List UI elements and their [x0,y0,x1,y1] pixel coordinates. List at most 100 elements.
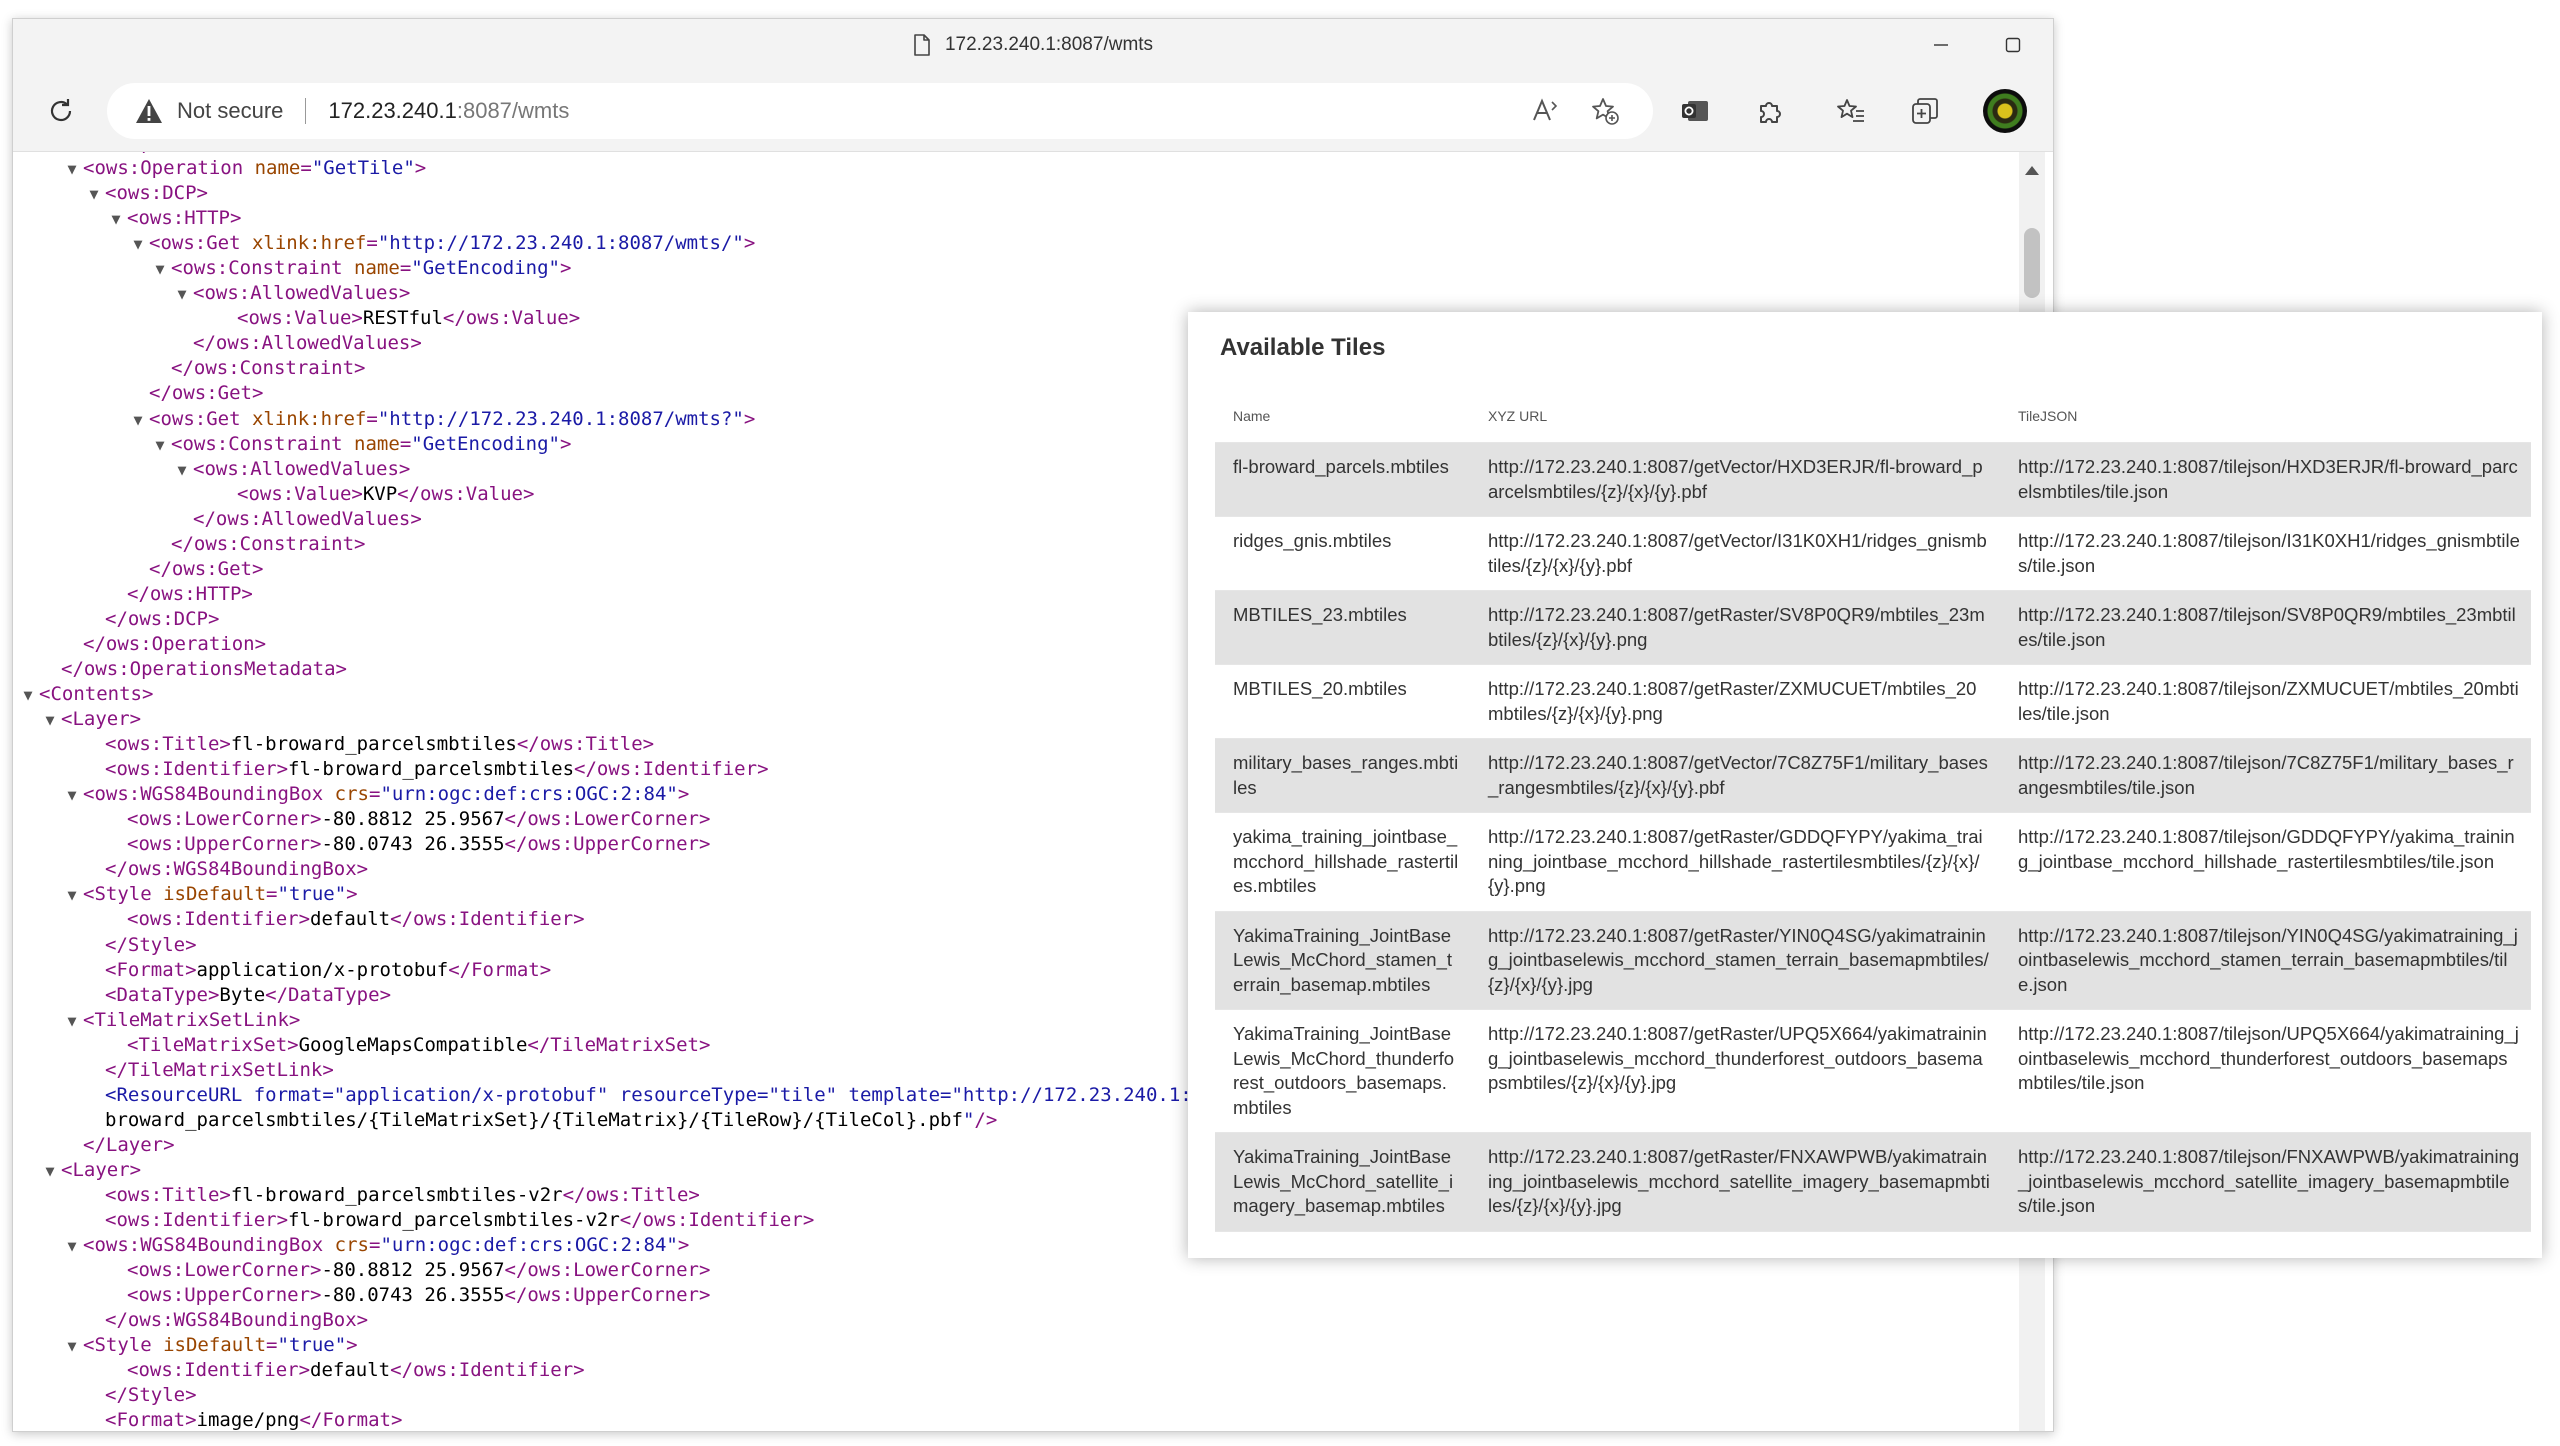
cell-tilejson[interactable]: http://172.23.240.1:8087/tilejson/ZXMUCU… [2000,664,2531,739]
collapse-toggle-icon[interactable]: ▼ [83,182,105,207]
collapse-toggle-icon[interactable]: ▼ [61,783,83,808]
table-header-row: Name XYZ URL TileJSON [1215,390,2531,443]
title-bar: 172.23.240.1:8087/wmts [13,19,2053,71]
collapse-toggle-icon[interactable]: ▼ [171,282,193,307]
xml-line-text: <ows:Get xlink:href="http://172.23.240.1… [149,407,756,430]
add-favorite-icon[interactable] [1585,91,1625,131]
cell-xyz[interactable]: http://172.23.240.1:8087/getRaster/FNXAW… [1470,1132,2000,1232]
xml-line: <ows:Identifier>default</ows:Identifier> [13,1358,1501,1383]
cell-xyz[interactable]: http://172.23.240.1:8087/getRaster/SV8P0… [1470,590,2000,665]
cell-name: MBTILES_20.mbtiles [1215,664,1470,739]
cell-tilejson[interactable]: http://172.23.240.1:8087/tilejson/I31K0X… [2000,516,2531,591]
xml-line-text: <ows:Identifier>fl-broward_parcelsmbtile… [105,1209,815,1232]
cell-tilejson[interactable]: http://172.23.240.1:8087/tilejson/FNXAWP… [2000,1132,2531,1232]
xml-line-text: <Format>application/x-protobuf</Format> [105,958,552,981]
xml-line-text: </ows:Constraint> [171,357,366,380]
cell-xyz[interactable]: http://172.23.240.1:8087/getRaster/UPQ5X… [1470,1009,2000,1133]
collapse-toggle-icon[interactable]: ▼ [61,1234,83,1259]
cell-xyz[interactable]: http://172.23.240.1:8087/getVector/I31K0… [1470,516,2000,591]
xml-line-text: <ows:Value>KVP</ows:Value> [237,482,535,505]
extensions-icon[interactable] [1747,89,1791,133]
maximize-button[interactable] [1983,23,2043,67]
xml-line-text: </ows:DCP> [105,607,220,630]
cell-tilejson[interactable]: http://172.23.240.1:8087/tilejson/UPQ5X6… [2000,1009,2531,1133]
cell-xyz[interactable]: http://172.23.240.1:8087/getRaster/ZXMUC… [1470,664,2000,739]
cell-xyz[interactable]: http://172.23.240.1:8087/getVector/7C8Z7… [1470,738,2000,813]
cell-xyz[interactable]: http://172.23.240.1:8087/getRaster/YIN0Q… [1470,911,2000,1010]
profile-avatar[interactable] [1983,89,2027,133]
collapse-toggle-icon[interactable]: ▼ [61,883,83,908]
xml-line: ▼ <ows:Operation name="GetTile"> [13,156,1501,181]
panel-title: Available Tiles [1220,334,1386,361]
collapse-toggle-icon[interactable]: ▼ [39,1159,61,1184]
cell-tilejson[interactable]: http://172.23.240.1:8087/tilejson/YIN0Q4… [2000,911,2531,1010]
url-text[interactable]: 172.23.240.1:8087/wmts [328,98,569,124]
xml-line-text: <ows:AllowedValues> [193,282,411,305]
tiles-table: Name XYZ URL TileJSON fl-broward_parcels… [1215,390,2531,1232]
minimize-button[interactable] [1911,23,1971,67]
cell-tilejson[interactable]: http://172.23.240.1:8087/tilejson/GDDQFY… [2000,812,2531,912]
cell-name: yakima_training_jointbase_mcchord_hillsh… [1215,812,1470,912]
collapse-toggle-icon[interactable]: ▼ [149,257,171,282]
table-row: MBTILES_23.mbtiles http://172.23.240.1:80… [1215,590,2531,665]
xml-line: ▼ <ows:AllowedValues> [13,281,1501,306]
xml-line-text: <Layer> [61,1158,142,1181]
security-label[interactable]: Not secure [177,98,283,124]
cell-tilejson[interactable]: http://172.23.240.1:8087/tilejson/HXD3ER… [2000,442,2531,517]
xml-line-text: <ows:WGS84BoundingBox crs="urn:ogc:def:c… [83,1234,690,1257]
xml-line-text: </ows:WGS84BoundingBox> [105,858,369,881]
document-icon [914,34,930,56]
outlook-icon[interactable] [1673,89,1717,133]
xml-line-text: </ows:HTTP> [127,582,253,605]
favorites-icon[interactable] [1829,89,1873,133]
cell-name: YakimaTraining_JointBaseLewis_McChord_sa… [1215,1132,1470,1232]
xml-line-text: <ows:LowerCorner>-80.8812 25.9567</ows:L… [127,1259,711,1282]
column-header-name: Name [1215,390,1470,443]
collapse-toggle-icon[interactable]: ▼ [127,408,149,433]
collapse-toggle-icon[interactable]: ▼ [105,207,127,232]
xml-line-text: </Style> [105,1384,197,1407]
cell-xyz[interactable]: http://172.23.240.1:8087/getVector/HXD3E… [1470,442,2000,517]
collapse-toggle-icon[interactable]: ▼ [61,1009,83,1034]
xml-line-text: </ows:Operation> [61,152,244,154]
address-bar[interactable]: Not secure 172.23.240.1:8087/wmts [107,83,1653,139]
table-row: military_bases_ranges.mbtiles http://172.… [1215,738,2531,813]
maximize-icon [2005,37,2021,53]
collapse-toggle-icon[interactable]: ▼ [171,458,193,483]
collapse-toggle-icon[interactable]: ▼ [149,433,171,458]
cell-tilejson[interactable]: http://172.23.240.1:8087/tilejson/SV8P0Q… [2000,590,2531,665]
reload-button[interactable] [39,89,83,133]
collapse-toggle-icon[interactable]: ▼ [39,708,61,733]
url-path: :8087/wmts [456,98,570,123]
xml-line-text: <ows:Constraint name="GetEncoding"> [171,432,572,455]
collections-icon[interactable] [1903,89,1947,133]
collapse-toggle-icon[interactable]: ▼ [17,683,39,708]
xml-line: <ows:UpperCorner>-80.0743 26.3555</ows:U… [13,1283,1501,1308]
xml-line-text: <TileMatrixSet>GoogleMapsCompatible</Til… [127,1033,711,1056]
xml-line-text: </Style> [105,933,197,956]
cell-name: YakimaTraining_JointBaseLewis_McChord_st… [1215,911,1470,1010]
reload-icon [50,99,72,122]
scroll-up-arrow[interactable] [2025,166,2039,175]
window-title-text: 172.23.240.1:8087/wmts [944,34,1154,55]
url-host: 172.23.240.1 [328,98,457,123]
xml-line-text: <ows:UpperCorner>-80.0743 26.3555</ows:U… [127,833,711,856]
xml-line: <Format>image/png</Format> [13,1408,1501,1431]
table-row: yakima_training_jointbase_mcchord_hillsh… [1215,812,2531,912]
window-title: 172.23.240.1:8087/wmts [13,19,2053,71]
cell-xyz[interactable]: http://172.23.240.1:8087/getRaster/GDDQF… [1470,812,2000,912]
collapse-toggle-icon[interactable]: ▼ [61,157,83,182]
xml-line-text: </ows:OperationsMetadata> [61,657,347,680]
scroll-thumb[interactable] [2024,228,2040,298]
xml-line-text: <DataType>Byte</DataType> [105,983,392,1006]
xml-line-text: </ows:AllowedValues> [193,507,422,530]
xml-line-text: <ows:WGS84BoundingBox crs="urn:ogc:def:c… [83,783,690,806]
xml-line-text: <ows:Get xlink:href="http://172.23.240.1… [149,232,756,255]
collapse-toggle-icon[interactable]: ▼ [61,1334,83,1359]
collapse-toggle-icon[interactable]: ▼ [127,232,149,257]
xml-line-text: <ows:DCP> [105,182,208,205]
available-tiles-panel: Available Tiles Name XYZ URL TileJSON fl… [1188,312,2542,1258]
cell-tilejson[interactable]: http://172.23.240.1:8087/tilejson/7C8Z75… [2000,738,2531,813]
warning-icon[interactable] [135,98,163,124]
read-aloud-icon[interactable] [1527,91,1567,131]
